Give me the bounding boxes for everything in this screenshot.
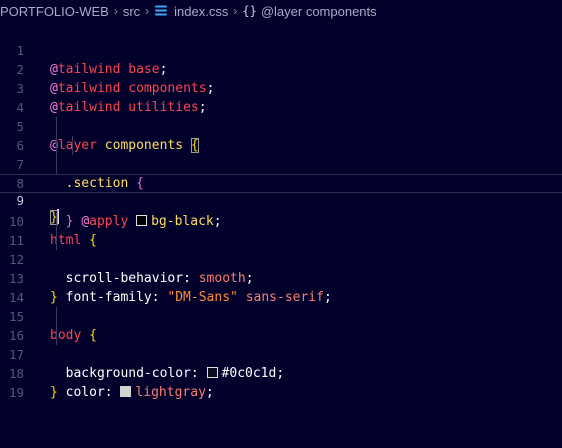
colon: : (104, 385, 121, 400)
code-line[interactable]: 2 @tailwind components; (0, 41, 562, 96)
breadcrumb-folder[interactable]: src (123, 4, 140, 19)
code-line[interactable]: 18 } (0, 345, 562, 400)
property-name: color (65, 385, 105, 400)
indent-guide (56, 155, 57, 174)
code-line[interactable]: 8 } (0, 155, 562, 229)
code-line[interactable]: 17 color: lightgray; (0, 326, 562, 400)
indent-guide (72, 136, 73, 155)
breadcrumb-project[interactable]: PORTFOLIO-WEB (0, 4, 109, 19)
indent-guide (56, 326, 57, 345)
chevron-right-icon: › (233, 4, 238, 18)
breadcrumb: PORTFOLIO-WEB › src › index.css › {} @la… (0, 0, 562, 22)
css-file-icon (155, 5, 168, 16)
breadcrumb-file[interactable]: index.css (174, 4, 228, 19)
property-value: lightgray (135, 385, 206, 400)
code-line[interactable]: 4 (0, 79, 562, 115)
code-line[interactable]: 19 (0, 364, 562, 400)
code-line[interactable]: 16 background-color: #0c0c1d; (0, 307, 562, 381)
code-line[interactable]: 11 scroll-behavior: smooth; (0, 212, 562, 286)
breadcrumb-symbol[interactable]: @layer components (261, 4, 377, 19)
indent-guide (56, 307, 57, 326)
indent-guide (56, 212, 57, 231)
code-line[interactable]: 14 (0, 269, 562, 305)
code-line[interactable]: 3 @tailwind utilities; (0, 60, 562, 115)
close-brace: } (50, 385, 58, 400)
code-line[interactable]: 13 } (0, 250, 562, 305)
indent-guide (56, 231, 57, 250)
color-swatch[interactable] (120, 386, 132, 397)
chevron-right-icon: › (113, 4, 118, 18)
indent-guide (56, 136, 57, 155)
code-line[interactable]: 7 @apply bg-black; (0, 136, 562, 229)
code-line[interactable]: 10 html { (0, 193, 562, 248)
code-line-active[interactable]: 9 } (0, 174, 562, 225)
line-content: color: lightgray; (50, 383, 214, 402)
code-line[interactable]: 12 font-family: "DM-Sans" sans-serif; (0, 231, 562, 305)
code-line[interactable]: 15 body { (0, 288, 562, 343)
symbol-namespace-icon: {} (242, 4, 257, 18)
code-area[interactable]: 1 @tailwind base; 2 @tailwind components… (0, 22, 562, 400)
indent-guide (56, 117, 57, 136)
code-line[interactable]: 5 @layer components { (0, 98, 562, 153)
code-editor[interactable]: PORTFOLIO-WEB › src › index.css › {} @la… (0, 0, 562, 448)
line-number: 19 (8, 385, 24, 400)
code-line[interactable]: 6 .section { (0, 117, 562, 191)
chevron-right-icon: › (145, 4, 150, 18)
code-line[interactable]: 1 @tailwind base; (0, 22, 562, 77)
line-content: } (50, 383, 58, 402)
semicolon: ; (205, 385, 214, 400)
